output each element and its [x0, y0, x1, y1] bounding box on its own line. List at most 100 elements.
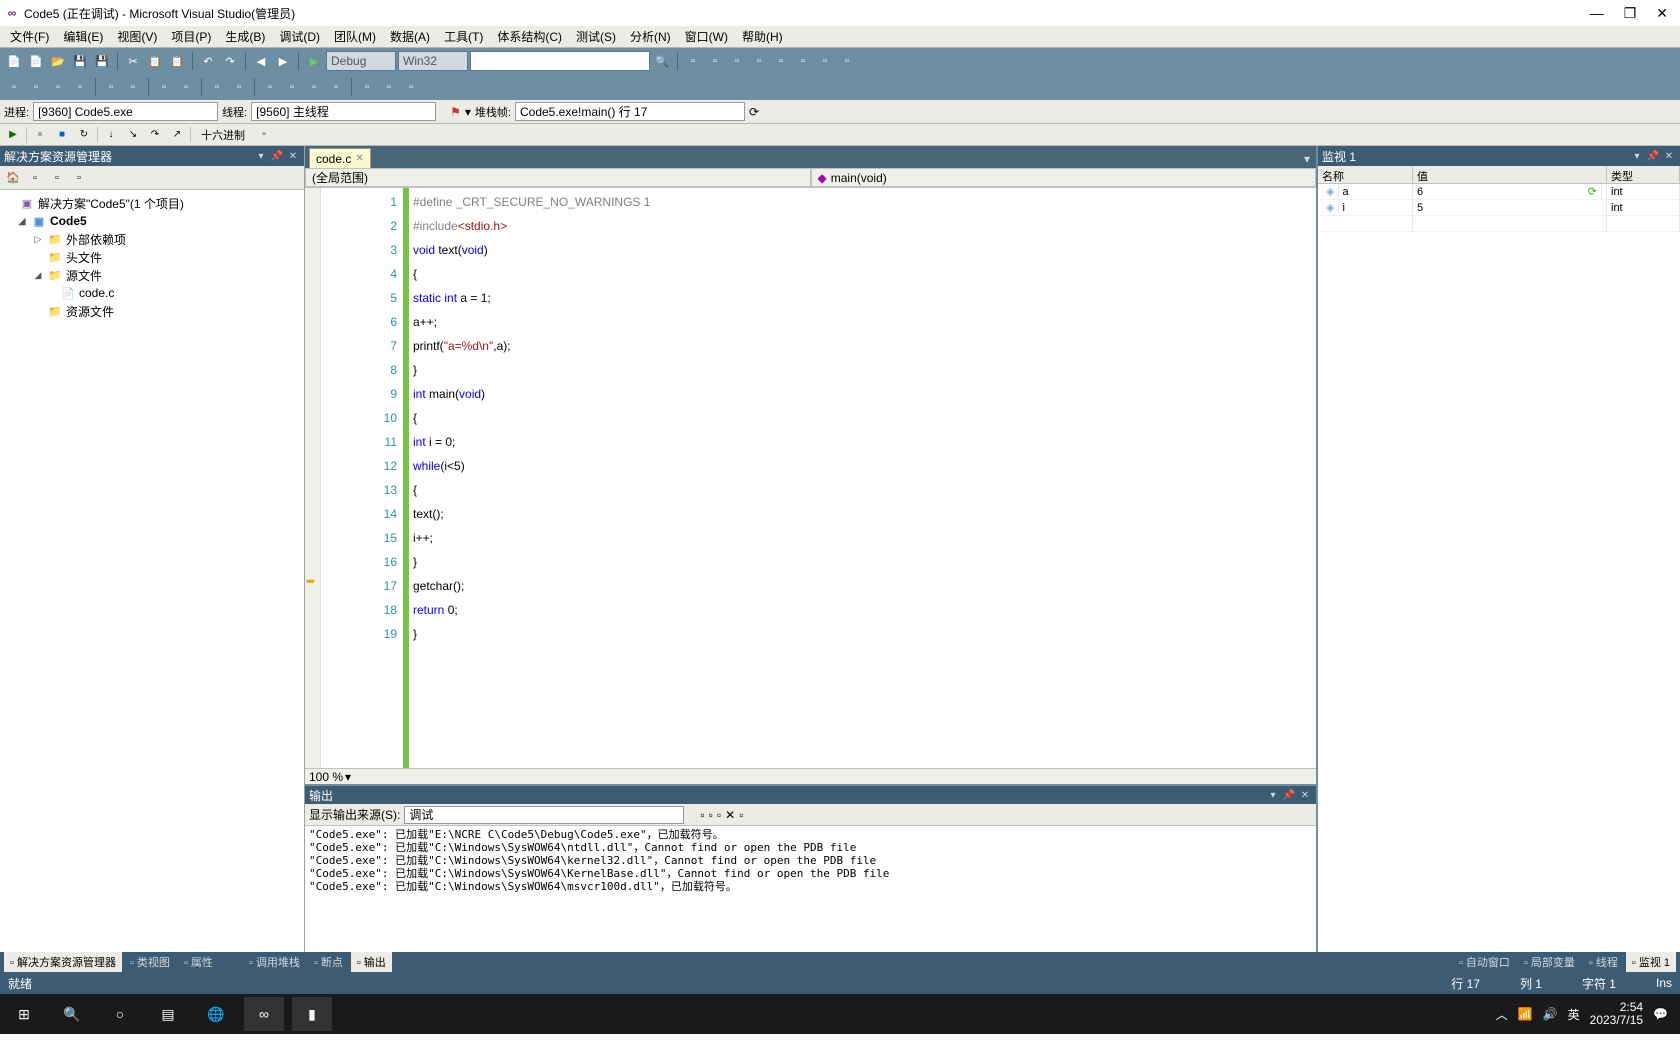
menu-item[interactable]: 工具(T) — [438, 26, 489, 47]
save-icon[interactable]: 💾 — [70, 51, 90, 71]
properties-icon[interactable]: ▫ — [70, 169, 88, 187]
menu-item[interactable]: 体系结构(C) — [491, 26, 568, 47]
tb-icon[interactable]: ▫ — [70, 77, 90, 97]
menu-item[interactable]: 视图(V) — [111, 26, 163, 47]
thread-combo[interactable]: [9560] 主线程 — [251, 102, 436, 121]
cut-icon[interactable]: ✂ — [123, 51, 143, 71]
col-value[interactable]: 值 — [1413, 166, 1607, 183]
menu-item[interactable]: 项目(P) — [165, 26, 217, 47]
notifications-icon[interactable]: 💬 — [1653, 1007, 1668, 1021]
bottom-tab[interactable]: ▫ 调用堆栈 — [243, 952, 306, 972]
continue-icon[interactable]: ▶ — [4, 126, 22, 144]
dropdown-icon[interactable]: ▾ — [1266, 788, 1280, 802]
member-combo[interactable]: ◆main(void) — [811, 168, 1317, 187]
tb-icon[interactable]: ▫ — [739, 808, 743, 822]
save-all-icon[interactable]: 💾 — [92, 51, 112, 71]
close-icon[interactable]: ✕ — [1298, 788, 1312, 802]
find-icon[interactable]: 🔍 — [652, 51, 672, 71]
indent-icon[interactable]: ▫ — [101, 77, 121, 97]
close-button[interactable]: ✕ — [1656, 5, 1668, 22]
stop-icon[interactable]: ■ — [53, 126, 71, 144]
pin-icon[interactable]: 📌 — [270, 149, 284, 163]
clear-icon[interactable]: ✕ — [725, 808, 735, 822]
tb-icon[interactable]: ▫ — [727, 51, 747, 71]
tb-icon[interactable]: ▫ — [4, 77, 24, 97]
tb-icon[interactable]: ▫ — [705, 51, 725, 71]
refresh-icon[interactable]: ▫ — [48, 169, 66, 187]
bottom-tab[interactable]: ▫ 监视 1 — [1626, 952, 1676, 972]
menu-item[interactable]: 生成(B) — [219, 26, 271, 47]
menu-item[interactable]: 团队(M) — [328, 26, 382, 47]
undo-icon[interactable]: ↶ — [198, 51, 218, 71]
bottom-tab[interactable]: ▫ 断点 — [308, 952, 349, 972]
tb-icon[interactable]: ▫ — [771, 51, 791, 71]
tb-icon[interactable]: ▫ — [401, 77, 421, 97]
tb-icon[interactable]: ▫ — [26, 77, 46, 97]
uncomment-icon[interactable]: ▫ — [176, 77, 196, 97]
menu-icon[interactable]: ▫ — [255, 126, 273, 144]
bottom-tab[interactable]: ▫ 局部变量 — [1518, 952, 1581, 972]
open-icon[interactable]: 📂 — [48, 51, 68, 71]
step-over-icon[interactable]: ↷ — [146, 126, 164, 144]
output-text[interactable]: "Code5.exe": 已加载"E:\NCRE C\Code5\Debug\C… — [305, 826, 1316, 952]
chrome-icon[interactable]: 🌐 — [196, 997, 236, 1031]
scope-combo[interactable]: (全局范围) — [305, 168, 811, 187]
step-out-icon[interactable]: ↗ — [168, 126, 186, 144]
copy-icon[interactable]: 📋 — [145, 51, 165, 71]
process-combo[interactable]: [9360] Code5.exe — [33, 102, 218, 121]
bottom-tab[interactable]: ▫ 属性 — [178, 952, 219, 972]
menu-item[interactable]: 文件(F) — [4, 26, 55, 47]
tb-icon[interactable]: ▫ — [282, 77, 302, 97]
show-all-icon[interactable]: ▫ — [26, 169, 44, 187]
wifi-icon[interactable]: 📶 — [1518, 1007, 1533, 1021]
start-icon[interactable]: ▶ — [304, 51, 324, 71]
maximize-button[interactable]: ❐ — [1624, 5, 1637, 22]
tb-icon[interactable]: ▫ — [709, 808, 713, 822]
code-editor[interactable]: ➨ 12345678910111213141516171819 #define … — [305, 188, 1316, 768]
tb-icon[interactable]: ▫ — [260, 77, 280, 97]
folder-node[interactable]: 📁头文件 — [4, 248, 300, 266]
bottom-tab[interactable]: ▫ 自动窗口 — [1453, 952, 1516, 972]
redo-icon[interactable]: ↷ — [220, 51, 240, 71]
menu-item[interactable]: 分析(N) — [624, 26, 677, 47]
tb-icon[interactable]: ▫ — [837, 51, 857, 71]
tb-icon[interactable]: ▫ — [229, 77, 249, 97]
col-type[interactable]: 类型 — [1607, 166, 1680, 183]
search-icon[interactable]: 🔍 — [52, 997, 92, 1031]
bottom-tab[interactable]: ▫ 解决方案资源管理器 — [4, 952, 122, 972]
find-combo[interactable] — [470, 51, 650, 71]
tb-icon[interactable]: ▫ — [749, 51, 769, 71]
watch-row[interactable]: ◈a6⟳int — [1318, 184, 1680, 200]
hex-toggle[interactable]: 十六进制 — [195, 125, 251, 145]
menu-item[interactable]: 调试(D) — [273, 26, 326, 47]
tb-icon[interactable]: ▫ — [304, 77, 324, 97]
frame-combo[interactable]: Code5.exe!main() 行 17 — [515, 102, 745, 121]
bottom-tab[interactable]: ▫ 输出 — [351, 952, 392, 972]
step-into-icon[interactable]: ↘ — [124, 126, 142, 144]
home-icon[interactable]: 🏠 — [4, 169, 22, 187]
zoom-combo[interactable]: 100 % — [309, 770, 343, 784]
ime-indicator[interactable]: 英 — [1568, 1006, 1580, 1023]
tb-icon[interactable]: ▫ — [379, 77, 399, 97]
menu-item[interactable]: 帮助(H) — [736, 26, 789, 47]
close-icon[interactable]: ✕ — [286, 149, 300, 163]
close-icon[interactable]: ✕ — [1662, 149, 1676, 163]
dropdown-icon[interactable]: ▾ — [254, 149, 268, 163]
folder-node[interactable]: ◢📁源文件 — [4, 266, 300, 284]
nav-fwd-icon[interactable]: ▶ — [273, 51, 293, 71]
bottom-tab[interactable]: ▫ 类视图 — [124, 952, 176, 972]
watch-table[interactable]: 名称 值 类型 ◈a6⟳int◈i5int — [1318, 166, 1680, 952]
folder-node[interactable]: 📁资源文件 — [4, 302, 300, 320]
tb-icon[interactable]: ▫ — [207, 77, 227, 97]
source-combo[interactable]: 调试 — [404, 806, 684, 824]
comment-icon[interactable]: ▫ — [154, 77, 174, 97]
menu-item[interactable]: 数据(A) — [384, 26, 436, 47]
solution-tree[interactable]: ▣解决方案"Code5"(1 个项目) ◢▣Code5 ▷📁外部依赖项 📁头文件… — [0, 190, 304, 952]
pause-icon[interactable]: ⏸ — [31, 126, 49, 144]
outdent-icon[interactable]: ▫ — [123, 77, 143, 97]
console-icon[interactable]: ▮ — [292, 997, 332, 1031]
col-name[interactable]: 名称 — [1318, 166, 1413, 183]
clock[interactable]: 2:542023/7/15 — [1590, 1001, 1643, 1027]
new-project-icon[interactable]: 📄 — [4, 51, 24, 71]
tb-icon[interactable]: ▫ — [815, 51, 835, 71]
